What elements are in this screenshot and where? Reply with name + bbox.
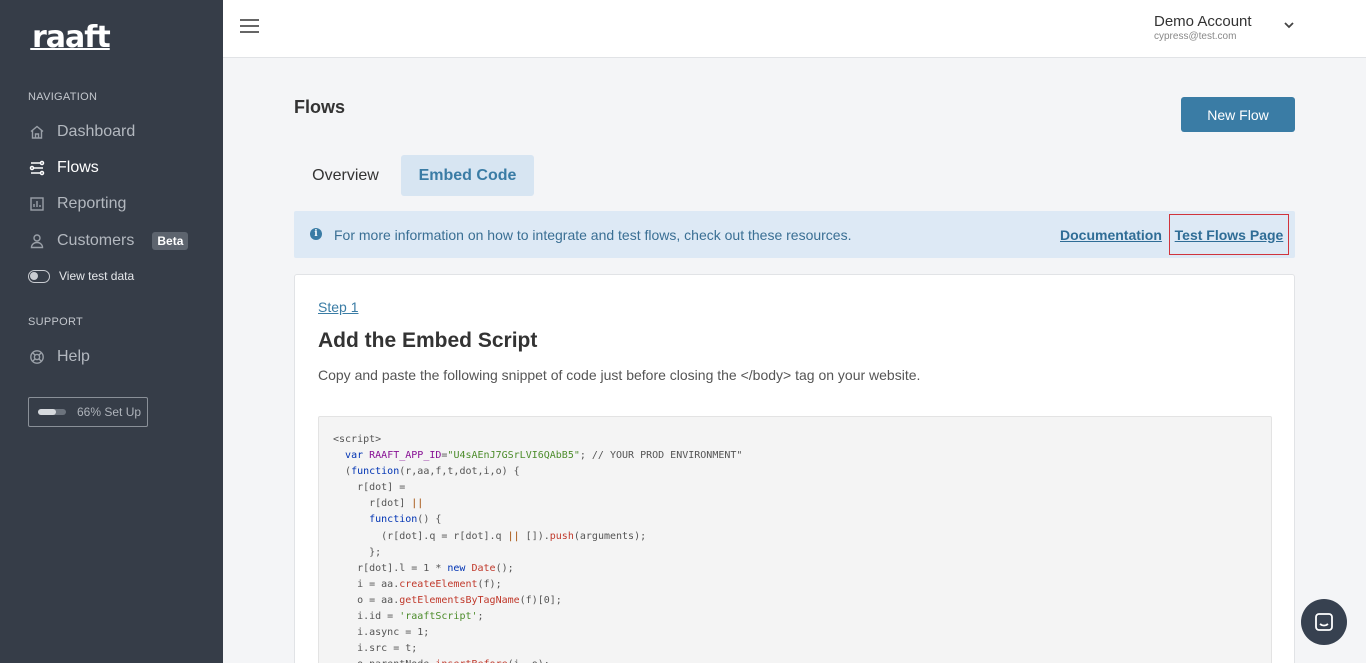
sidebar-item-flows[interactable]: Flows <box>28 155 99 181</box>
lifebuoy-icon <box>28 348 46 366</box>
code-line: o = aa.getElementsByTagName(f)[0]; <box>333 594 562 606</box>
sidebar-item-customers[interactable]: Customers Beta <box>28 228 189 254</box>
account-menu[interactable]: Demo Account cypress@test.com <box>1154 13 1252 42</box>
hamburger-menu-icon[interactable] <box>240 19 259 35</box>
info-text: For more information on how to integrate… <box>334 227 852 243</box>
tab-embed-code[interactable]: Embed Code <box>401 155 534 196</box>
chat-icon <box>1315 613 1333 631</box>
documentation-link[interactable]: Documentation <box>1060 227 1162 243</box>
code-line: o.parentNode.insertBefore(i, o); <box>333 657 742 663</box>
logo-underline <box>30 48 110 50</box>
code-line: i.async = 1; <box>333 627 430 639</box>
code-line: r[dot].l = 1 * new Date(); <box>333 562 514 574</box>
sidebar-item-reporting[interactable]: Reporting <box>28 191 126 217</box>
setup-progress-bar <box>38 409 66 415</box>
code-line: }; <box>333 546 382 558</box>
code-line: var RAAFT_APP_ID="U4sAEnJ7GSrLVI6QAbB5";… <box>345 450 743 462</box>
tab-overview[interactable]: Overview <box>300 155 391 196</box>
code-line: i = aa.createElement(f); <box>333 578 502 590</box>
toggle-label: View test data <box>59 269 135 283</box>
info-icon: i <box>310 228 322 240</box>
home-icon <box>28 123 46 141</box>
sidebar-item-label: Customers <box>57 232 135 249</box>
code-line: (r[dot].q = r[dot].q || []).push(argumen… <box>333 530 647 542</box>
chat-launcher-button[interactable] <box>1301 599 1347 645</box>
sidebar-item-help[interactable]: Help <box>28 344 90 370</box>
code-line: <script> <box>333 434 382 445</box>
sidebar-item-label: Dashboard <box>57 123 136 140</box>
info-banner: i For more information on how to integra… <box>294 211 1295 258</box>
chart-icon <box>28 195 46 213</box>
page-title: Flows <box>294 97 346 117</box>
sidebar-item-label: Flows <box>57 159 99 176</box>
code-snippet[interactable]: <script> var RAAFT_APP_ID="U4sAEnJ7GSrLV… <box>318 416 1272 663</box>
setup-progress-fill <box>38 409 57 415</box>
code-line: i.src = t; <box>333 643 418 655</box>
support-section-title: SUPPORT <box>28 316 84 328</box>
sidebar-item-dashboard[interactable]: Dashboard <box>28 119 135 145</box>
sidebar-item-label: Reporting <box>57 195 127 212</box>
code-line: i.id = 'raaftScript'; <box>333 611 484 623</box>
setup-progress-button[interactable]: 66% Set Up <box>28 397 148 427</box>
code-line: (function(r,aa,f,t,dot,i,o) { <box>333 466 520 478</box>
step-description: Copy and paste the following snippet of … <box>318 367 921 383</box>
code-line: r[dot] = <box>333 482 406 494</box>
code-line: function() { <box>369 514 442 526</box>
code-line: r[dot] || <box>333 498 424 510</box>
step-link[interactable]: Step 1 <box>318 299 358 315</box>
setup-progress-label: 66% Set Up <box>77 405 142 419</box>
flows-icon <box>28 159 46 177</box>
user-icon <box>28 232 46 250</box>
beta-badge: Beta <box>152 232 189 250</box>
top-bar: Demo Account cypress@test.com <box>223 0 1366 58</box>
account-name: Demo Account <box>1154 13 1252 30</box>
view-test-data-toggle[interactable]: View test data <box>28 269 134 283</box>
step-title: Add the Embed Script <box>318 329 538 352</box>
toggle-switch[interactable] <box>28 269 50 283</box>
new-flow-button[interactable]: New Flow <box>1181 97 1295 132</box>
test-flows-page-link[interactable]: Test Flows Page <box>1169 214 1289 255</box>
sidebar: raaft NAVIGATION Dashboard Flows Reporti… <box>0 0 223 663</box>
chevron-down-icon[interactable] <box>1282 18 1296 32</box>
sidebar-item-label: Help <box>57 348 90 365</box>
code-block: <script> var RAAFT_APP_ID="U4sAEnJ7GSrLV… <box>333 432 742 663</box>
embed-script-card: Step 1 Add the Embed Script Copy and pas… <box>294 274 1295 663</box>
nav-section-title: NAVIGATION <box>28 91 98 103</box>
account-email: cypress@test.com <box>1154 31 1237 42</box>
